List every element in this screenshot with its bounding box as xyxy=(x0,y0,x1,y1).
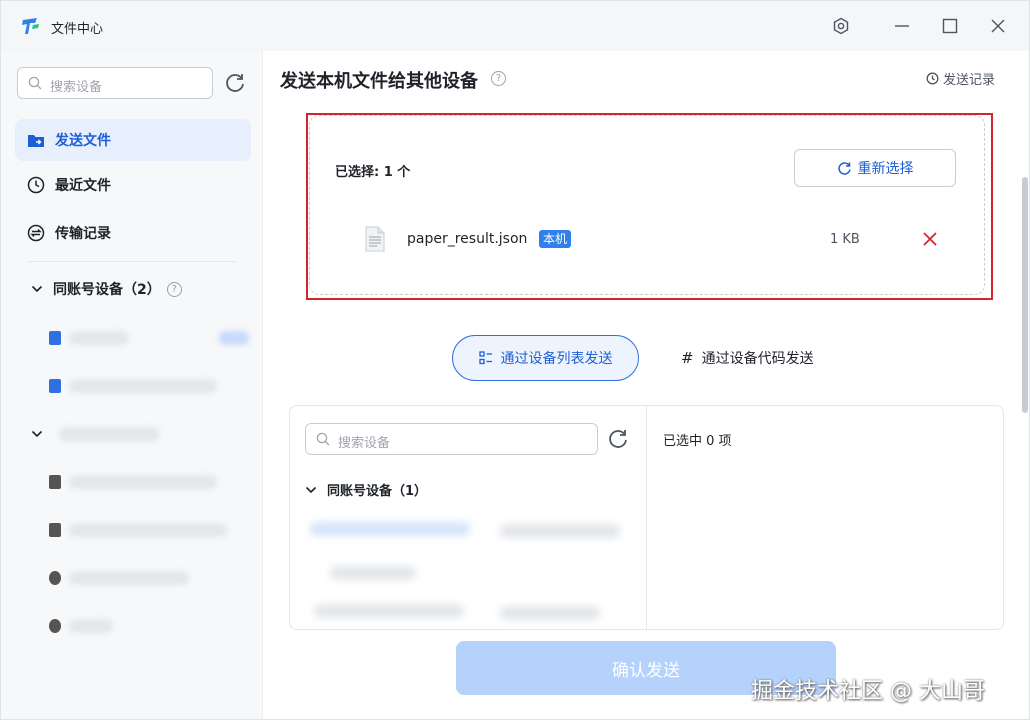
transfer-icon xyxy=(27,224,45,242)
remove-file-icon[interactable] xyxy=(921,230,939,248)
highlight-frame xyxy=(306,113,993,300)
send-records-label: 发送记录 xyxy=(943,73,996,88)
device-icon xyxy=(49,571,61,585)
device-search-placeholder: 搜索设备 xyxy=(338,436,391,451)
sidebar-search-input[interactable]: 搜索设备 xyxy=(17,67,213,99)
tab-send-by-device-list[interactable]: 通过设备列表发送 xyxy=(452,335,639,381)
device-item-blurred[interactable] xyxy=(49,567,189,589)
chevron-down-icon xyxy=(305,486,317,493)
panel-group-label: 同账号设备（1） xyxy=(327,484,428,499)
refresh-icon xyxy=(837,161,851,175)
tab-send-by-device-code[interactable]: # 通过设备代码发送 xyxy=(681,335,814,381)
chevron-down-icon xyxy=(31,285,43,293)
device-icon xyxy=(49,523,61,537)
device-item-blurred[interactable] xyxy=(49,327,249,349)
watermark: 掘金技术社区 @ 大山哥 xyxy=(751,679,985,704)
device-item-blurred[interactable] xyxy=(310,522,470,536)
sidebar-device-group[interactable]: 同账号设备（2） ? xyxy=(31,279,182,299)
page-title: 发送本机文件给其他设备 xyxy=(280,71,478,92)
device-item-blurred[interactable] xyxy=(49,375,217,397)
reselect-button[interactable]: 重新选择 xyxy=(794,149,956,187)
sidebar-divider xyxy=(27,261,237,262)
window-title: 文件中心 xyxy=(51,22,104,37)
local-badge: 本机 xyxy=(539,230,572,248)
help-icon[interactable]: ? xyxy=(491,71,506,86)
selected-count-label: 已选择: 1 个 xyxy=(335,165,411,180)
device-picker-panel: 搜索设备 同账号设备（1） 已选中 0 项 xyxy=(289,405,1004,630)
clock-icon xyxy=(27,176,45,194)
panel-divider xyxy=(646,406,647,629)
reselect-label: 重新选择 xyxy=(857,161,914,177)
scrollbar[interactable] xyxy=(1022,177,1028,413)
sidebar-item-send-files[interactable]: 发送文件 xyxy=(15,119,251,161)
sidebar-item-recent-files[interactable]: 最近文件 xyxy=(15,164,251,206)
file-name: paper_result.json xyxy=(407,231,528,247)
help-icon[interactable]: ? xyxy=(166,281,182,297)
device-item-blurred[interactable] xyxy=(330,566,416,580)
search-icon xyxy=(28,76,42,90)
refresh-icon[interactable] xyxy=(606,427,630,451)
sidebar-group-label: 同账号设备（2） xyxy=(53,282,161,298)
app-logo-icon xyxy=(22,18,39,34)
settings-icon xyxy=(833,17,849,35)
close-icon xyxy=(991,19,1005,33)
sidebar-item-label: 发送文件 xyxy=(55,133,111,149)
history-icon xyxy=(926,72,939,85)
panel-device-group[interactable]: 同账号设备（1） xyxy=(305,480,427,499)
tab-label: 通过设备代码发送 xyxy=(701,351,814,367)
sidebar-item-label: 传输记录 xyxy=(55,226,111,242)
device-list-icon xyxy=(478,351,492,365)
sidebar: 搜索设备 发送文件 最近文件 传输记录 同账号设备（2） ? xyxy=(1,51,263,719)
hash-icon: # xyxy=(681,349,694,367)
minimize-icon xyxy=(895,25,909,27)
chevron-down-icon xyxy=(31,430,43,438)
device-item-blurred[interactable] xyxy=(314,604,464,618)
device-icon xyxy=(49,619,61,633)
device-search-input[interactable]: 搜索设备 xyxy=(305,423,598,455)
maximize-icon xyxy=(942,18,958,34)
send-records-link[interactable]: 发送记录 xyxy=(926,69,995,88)
device-item-blurred[interactable] xyxy=(49,471,217,493)
file-document-icon xyxy=(365,226,385,252)
settings-button[interactable] xyxy=(830,15,852,37)
maximize-button[interactable] xyxy=(939,15,961,37)
send-folder-icon xyxy=(27,131,45,149)
file-center-window: 文件中心 搜索设备 发送文件 最近文件 传输记录 同账号设备（2） ? 发送本机… xyxy=(0,0,1030,720)
windows-device-icon xyxy=(49,379,61,393)
file-size: 1 KB xyxy=(830,232,860,247)
windows-device-icon xyxy=(49,331,61,345)
device-item-blurred[interactable] xyxy=(49,519,227,541)
sidebar-item-transfer-records[interactable]: 传输记录 xyxy=(15,212,251,254)
device-group-blurred[interactable] xyxy=(31,423,159,445)
title-bar: 文件中心 xyxy=(1,1,1029,51)
minimize-button[interactable] xyxy=(891,15,913,37)
device-item-blurred[interactable] xyxy=(49,615,113,637)
sidebar-item-label: 最近文件 xyxy=(55,178,111,194)
device-icon xyxy=(49,475,61,489)
sidebar-search-placeholder: 搜索设备 xyxy=(50,80,103,95)
refresh-icon[interactable] xyxy=(223,71,247,95)
search-icon xyxy=(316,432,330,446)
selected-devices-count: 已选中 0 项 xyxy=(663,434,732,449)
tab-label: 通过设备列表发送 xyxy=(500,351,613,367)
close-button[interactable] xyxy=(987,15,1009,37)
